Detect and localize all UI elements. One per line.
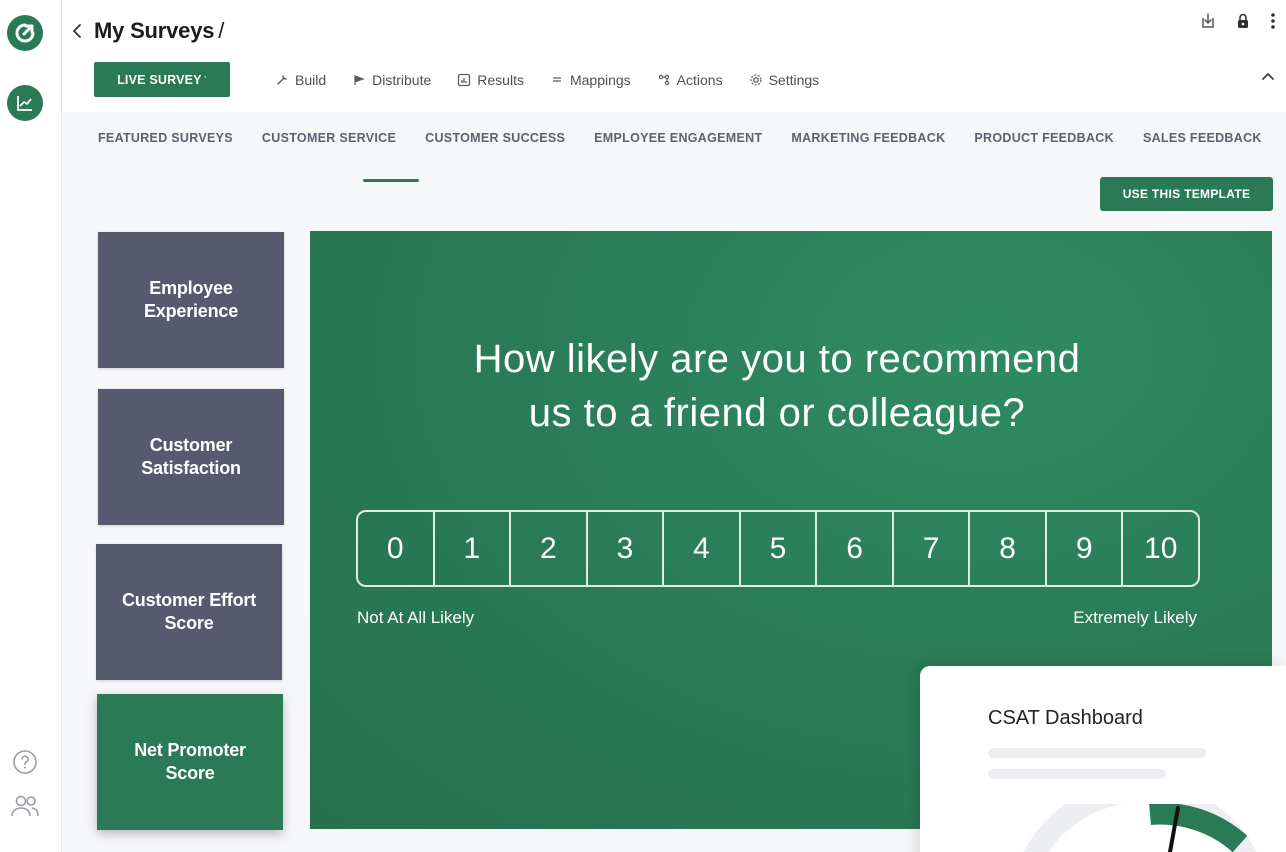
- scale-option-10[interactable]: 10: [1123, 512, 1198, 585]
- nps-scale: 0 1 2 3 4 5 6 7 8 9 10: [356, 510, 1200, 587]
- tab-build-label: Build: [295, 72, 327, 88]
- breadcrumb-separator: /: [218, 18, 225, 43]
- actions-icon: [658, 74, 669, 86]
- analytics-icon[interactable]: [7, 85, 43, 121]
- back-chevron-icon[interactable]: [70, 22, 84, 40]
- category-customer-success[interactable]: CUSTOMER SUCCESS: [425, 131, 565, 145]
- category-sales-feedback[interactable]: SALES FEEDBACK: [1143, 131, 1262, 145]
- send-icon: [354, 75, 365, 85]
- scale-option-1[interactable]: 1: [435, 512, 512, 585]
- lock-icon[interactable]: [1236, 12, 1250, 30]
- tab-mappings-label: Mappings: [569, 72, 631, 88]
- template-card-label: Net Promoter Score: [134, 740, 246, 783]
- tab-settings-label: Settings: [768, 72, 820, 88]
- scale-option-2[interactable]: 2: [511, 512, 588, 585]
- category-marketing-feedback[interactable]: MARKETING FEEDBACK: [791, 131, 945, 145]
- header: My Surveys / LIVE SURVEY ˋ Build Distribut…: [62, 0, 1286, 112]
- chevron-up-icon[interactable]: [1260, 68, 1276, 84]
- scale-high-label: Extremely Likely: [1073, 608, 1197, 627]
- scale-option-3[interactable]: 3: [588, 512, 665, 585]
- template-card-label: Customer Effort Score: [121, 590, 256, 633]
- scale-option-8[interactable]: 8: [970, 512, 1047, 585]
- category-employee-engagement[interactable]: EMPLOYEE ENGAGEMENT: [594, 131, 762, 145]
- page-title-text: My Surveys: [94, 18, 215, 43]
- page-title: My Surveys /: [94, 18, 224, 44]
- tab-distribute[interactable]: Distribute: [352, 68, 431, 92]
- preview-question-line1: How likely are you to recommend: [473, 337, 1081, 381]
- category-tabs: FEATURED SURVEYS CUSTOMER SERVICE CUSTOM…: [98, 131, 1286, 145]
- gauge-icon: [1023, 804, 1257, 852]
- scale-option-4[interactable]: 4: [664, 512, 741, 585]
- people-icon[interactable]: [10, 793, 40, 819]
- scale-low-label: Not At All Likely: [357, 608, 475, 627]
- survey-tabs: Build Distribute Results Mappings Action…: [275, 68, 845, 92]
- template-card-label: Employee Experience: [143, 278, 239, 321]
- download-icon[interactable]: [1200, 12, 1216, 30]
- scale-option-9[interactable]: 9: [1047, 512, 1124, 585]
- category-featured-surveys[interactable]: FEATURED SURVEYS: [98, 131, 233, 145]
- left-rail: [0, 0, 62, 852]
- tab-results[interactable]: Results: [457, 68, 524, 92]
- scale-option-6[interactable]: 6: [817, 512, 894, 585]
- scale-option-5[interactable]: 5: [741, 512, 818, 585]
- category-customer-service[interactable]: CUSTOMER SERVICE: [262, 131, 396, 145]
- scale-option-7[interactable]: 7: [894, 512, 971, 585]
- csat-dashboard-card: CSAT Dashboard: [920, 666, 1286, 852]
- app-logo-icon[interactable]: [7, 15, 43, 51]
- more-vertical-icon[interactable]: [1270, 12, 1276, 30]
- tab-build[interactable]: Build: [275, 68, 326, 92]
- template-card-net-promoter-score[interactable]: Net Promoter Score: [97, 694, 283, 830]
- preview-question: How likely are you to recommend us to a …: [310, 332, 1244, 440]
- live-survey-mark: ˋ: [203, 74, 207, 85]
- tab-actions-label: Actions: [676, 72, 723, 88]
- lines-icon: [552, 77, 561, 82]
- wrench-icon: [277, 75, 287, 85]
- logo-arrow-icon: [15, 23, 35, 43]
- scale-option-0[interactable]: 0: [358, 512, 435, 585]
- active-category-indicator: [363, 179, 419, 182]
- placeholder-line: [988, 748, 1206, 758]
- use-template-button[interactable]: USE THIS TEMPLATE: [1100, 177, 1273, 211]
- live-survey-label: LIVE SURVEY: [117, 72, 202, 87]
- template-card-customer-satisfaction[interactable]: Customer Satisfaction: [98, 389, 284, 525]
- live-survey-button[interactable]: LIVE SURVEY ˋ: [94, 62, 230, 97]
- help-icon[interactable]: [12, 749, 38, 775]
- tab-mappings[interactable]: Mappings: [550, 68, 631, 92]
- preview-question-line2: us to a friend or colleague?: [528, 391, 1026, 435]
- template-card-employee-experience[interactable]: Employee Experience: [98, 232, 284, 368]
- category-product-feedback[interactable]: PRODUCT FEEDBACK: [974, 131, 1114, 145]
- bar-chart-icon: [458, 73, 471, 87]
- tab-results-label: Results: [477, 72, 524, 88]
- template-card-label: Customer Satisfaction: [141, 435, 241, 478]
- dashboard-title: CSAT Dashboard: [988, 707, 1143, 729]
- tab-settings[interactable]: Settings: [749, 68, 820, 92]
- placeholder-line: [988, 769, 1166, 779]
- gear-icon: [749, 74, 762, 86]
- template-card-customer-effort-score[interactable]: Customer Effort Score: [96, 544, 282, 680]
- line-chart-icon: [17, 96, 32, 111]
- tab-distribute-label: Distribute: [372, 72, 432, 88]
- tab-actions[interactable]: Actions: [657, 68, 723, 92]
- header-actions: [1200, 12, 1276, 30]
